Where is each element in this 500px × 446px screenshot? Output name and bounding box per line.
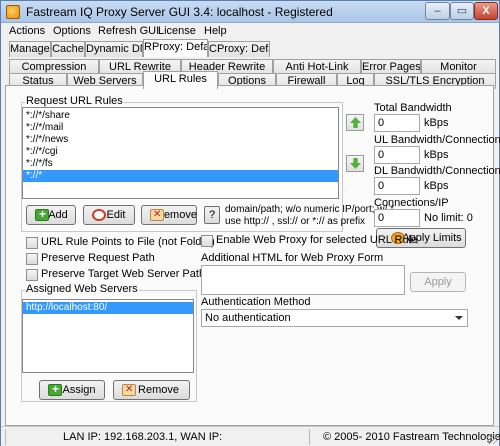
- title-bar[interactable]: Fastream IQ Proxy Server GUI 3.4: localh…: [1, 1, 499, 23]
- ul-bandwidth-unit: kBps: [424, 149, 449, 161]
- points-to-file-checkbox[interactable]: [26, 237, 38, 249]
- menu-refresh-gui[interactable]: Refresh GUI: [98, 25, 159, 37]
- menu-bar: Actions Options Refresh GUI License Help: [1, 23, 499, 41]
- edit-icon: [92, 209, 106, 221]
- chevron-down-icon[interactable]: [451, 310, 467, 326]
- preserve-request-path-checkbox[interactable]: [26, 253, 38, 265]
- dl-bandwidth-field[interactable]: 0: [374, 177, 420, 195]
- dl-bandwidth-unit: kBps: [424, 180, 449, 192]
- total-bandwidth-unit: kBps: [424, 117, 449, 129]
- list-item[interactable]: *://*/mail: [23, 122, 338, 134]
- status-ip-text: LAN IP: 192.168.203.1, WAN IP:: [63, 431, 223, 443]
- tab-url-rules[interactable]: URL Rules: [143, 71, 218, 89]
- arrow-up-icon: [350, 117, 361, 128]
- additional-html-field[interactable]: [201, 265, 405, 295]
- menu-options[interactable]: Options: [53, 25, 91, 37]
- assigned-web-servers-list[interactable]: http://localhost:80/: [22, 299, 194, 373]
- menu-help[interactable]: Help: [204, 25, 227, 37]
- help-button[interactable]: ?: [204, 206, 220, 224]
- assign-server-button[interactable]: Assign: [39, 380, 105, 400]
- add-icon: [35, 209, 49, 221]
- move-down-button[interactable]: [346, 155, 364, 172]
- tab-manager[interactable]: Manager: [9, 41, 51, 57]
- resize-grip-icon[interactable]: [487, 434, 497, 444]
- url-format-hint-1: domain/path; w/o numeric IP/port; w/ *: [225, 204, 394, 215]
- request-url-rules-label: Request URL Rules: [25, 95, 124, 107]
- tab-cache[interactable]: Cache: [51, 41, 85, 57]
- minimize-button[interactable]: –: [425, 2, 450, 20]
- window-title: Fastream IQ Proxy Server GUI 3.4: localh…: [26, 5, 333, 19]
- tab-dynamic-dns[interactable]: Dynamic DNS: [85, 41, 143, 57]
- maximize-button[interactable]: ▭: [450, 2, 474, 20]
- assigned-web-servers-label: Assigned Web Servers: [25, 283, 139, 295]
- remove-icon: [150, 209, 164, 221]
- enable-web-proxy-checkbox[interactable]: [201, 235, 213, 247]
- preserve-target-path-label: Preserve Target Web Server Path: [41, 268, 206, 280]
- url-format-hint-2: use http:// , ssl:// or *:// as prefix: [225, 216, 366, 227]
- status-divider: [5, 429, 6, 445]
- add-icon: [48, 384, 62, 396]
- total-bandwidth-field[interactable]: 0: [374, 114, 420, 132]
- ul-bandwidth-label: UL Bandwidth/Connection: [374, 134, 500, 146]
- authentication-method-label: Authentication Method: [201, 296, 311, 308]
- preserve-request-path-label: Preserve Request Path: [41, 252, 155, 264]
- close-button[interactable]: X: [474, 2, 498, 20]
- total-bandwidth-label: Total Bandwidth: [374, 102, 452, 114]
- tab-cproxy-default[interactable]: CProxy: Default: [208, 41, 270, 57]
- enable-web-proxy-label: Enable Web Proxy for selected URL Rule: [216, 234, 418, 246]
- list-item-selected[interactable]: *://*: [23, 170, 338, 182]
- dl-bandwidth-label: DL Bandwidth/Connection: [374, 165, 500, 177]
- preserve-target-path-checkbox[interactable]: [26, 269, 38, 281]
- tab-rproxy-default[interactable]: RProxy: Default: [143, 39, 208, 57]
- arrow-down-icon: [350, 158, 361, 169]
- ul-bandwidth-field[interactable]: 0: [374, 146, 420, 164]
- menu-actions[interactable]: Actions: [9, 25, 45, 37]
- list-item[interactable]: *://*/fs: [23, 158, 338, 170]
- connections-per-ip-label: Connections/IP: [374, 197, 449, 209]
- authentication-method-select[interactable]: No authentication: [201, 309, 468, 327]
- additional-html-label: Additional HTML for Web Proxy Form: [201, 252, 384, 264]
- connections-per-ip-field[interactable]: 0: [374, 209, 420, 227]
- app-icon: [6, 5, 20, 19]
- remove-icon: [122, 384, 136, 396]
- request-url-rules-list[interactable]: *://*/share *://*/mail *://*/news *://*/…: [22, 107, 339, 199]
- move-up-button[interactable]: [346, 114, 364, 131]
- list-item[interactable]: *://*/news: [23, 134, 338, 146]
- add-rule-button[interactable]: Add: [26, 205, 76, 225]
- apply-html-button[interactable]: Apply: [410, 272, 466, 292]
- status-copyright: © 2005- 2010 Fastream Technologies: [323, 431, 500, 443]
- points-to-file-label: URL Rule Points to File (not Folder): [41, 236, 215, 248]
- list-item[interactable]: *://*/cgi: [23, 146, 338, 158]
- connections-no-limit-note: No limit: 0: [424, 212, 473, 224]
- app-window: Fastream IQ Proxy Server GUI 3.4: localh…: [0, 0, 500, 446]
- list-item[interactable]: *://*/share: [23, 110, 338, 122]
- status-bar: LAN IP: 192.168.203.1, WAN IP: © 2005- 2…: [1, 426, 500, 446]
- edit-rule-button[interactable]: Edit: [83, 205, 135, 225]
- menu-license[interactable]: License: [158, 25, 196, 37]
- remove-rule-button[interactable]: Remove: [141, 205, 197, 225]
- status-divider: [309, 429, 310, 445]
- list-item-selected[interactable]: http://localhost:80/: [23, 302, 193, 314]
- remove-server-button[interactable]: Remove: [113, 380, 190, 400]
- authentication-method-value: No authentication: [205, 312, 291, 324]
